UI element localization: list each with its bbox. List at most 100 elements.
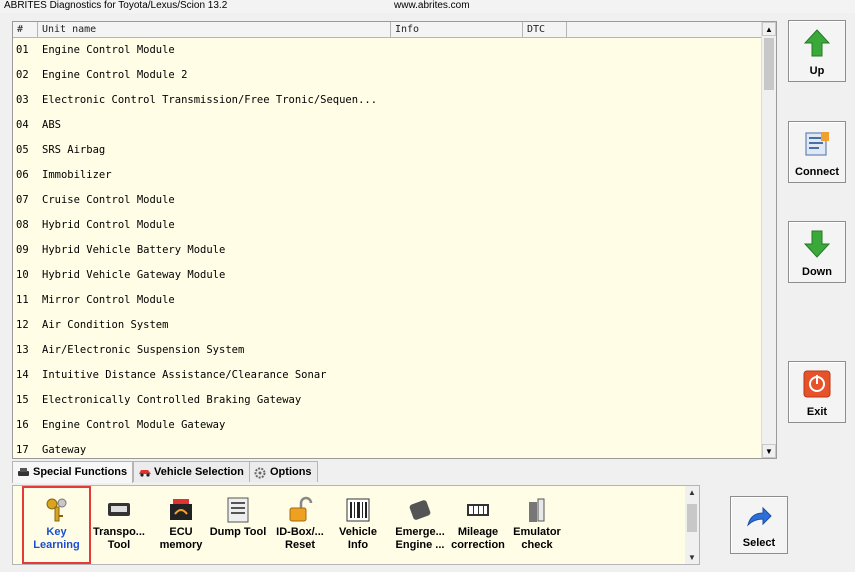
tool-label-line2: Tool (107, 539, 131, 551)
table-row[interactable]: 10 Hybrid Vehicle Gateway Module (13, 263, 761, 288)
table-row[interactable]: 03 Electronic Control Transmission/Free T… (13, 88, 761, 113)
row-number: 02 (16, 69, 29, 81)
tool-id-box[interactable]: ID-Box/... Reset (267, 486, 333, 564)
table-row[interactable]: 05 SRS Airbag (13, 138, 761, 163)
row-number: 10 (16, 269, 29, 281)
tool-label-line2: Reset (285, 539, 315, 551)
barcode-icon (344, 496, 372, 524)
table-row[interactable]: 14 Intuitive Distance Assistance/Clearanc… (13, 363, 761, 388)
functions-scrollbar-thumb[interactable] (687, 504, 697, 532)
row-number: 15 (16, 394, 29, 406)
select-button[interactable]: Select (730, 496, 788, 554)
tool-emerge[interactable]: Emerge... Engine ... (387, 486, 453, 564)
table-row[interactable]: 08 Hybrid Control Module (13, 213, 761, 238)
column-header-info[interactable]: Info (391, 22, 523, 37)
column-header-unit-name[interactable]: Unit name (38, 22, 391, 37)
up-arrow-icon (804, 29, 830, 57)
card-key-icon (406, 496, 434, 524)
row-number: 12 (16, 319, 29, 331)
unit-name: ABS (42, 119, 61, 131)
table-row[interactable]: 09 Hybrid Vehicle Battery Module (13, 238, 761, 263)
unit-name: Air/Electronic Suspension System (42, 344, 245, 356)
exit-button[interactable]: Exit (788, 361, 846, 423)
select-label: Select (742, 537, 776, 549)
column-header-dtc[interactable]: DTC (523, 22, 567, 37)
title-bar: ABRITES Diagnostics for Toyota/Lexus/Sci… (0, 0, 855, 13)
row-number: 09 (16, 244, 29, 256)
tab-special-functions[interactable]: Special Functions (12, 461, 134, 483)
table-scrollbar[interactable]: ▲ ▼ (761, 22, 776, 458)
connect-icon (805, 132, 829, 156)
unit-name: Immobilizer (42, 169, 112, 181)
table-row[interactable]: 17 Gateway (13, 438, 761, 458)
tool-key[interactable]: Key Learning (22, 486, 91, 564)
unit-name: Hybrid Vehicle Battery Module (42, 244, 226, 256)
transponder-icon (105, 496, 133, 524)
row-number: 16 (16, 419, 29, 431)
table-row[interactable]: 11 Mirror Control Module (13, 288, 761, 313)
row-number: 04 (16, 119, 29, 131)
unit-name: Gateway (42, 444, 87, 456)
tool-dump-tool[interactable]: Dump Tool (205, 486, 271, 564)
connect-button[interactable]: Connect (788, 121, 846, 183)
functions-scroll-up-arrow[interactable]: ▲ (685, 488, 699, 497)
row-number: 01 (16, 44, 29, 56)
row-number: 07 (16, 194, 29, 206)
scroll-up-arrow[interactable]: ▲ (762, 22, 776, 36)
unit-name: Air Condition System (42, 319, 169, 331)
scrollbar-thumb[interactable] (764, 38, 774, 90)
table-row[interactable]: 16 Engine Control Module Gateway (13, 413, 761, 438)
tool-label-line1: Emulator (513, 526, 561, 538)
unit-name: Intuitive Distance Assistance/Clearance … (42, 369, 327, 381)
special-functions-panel: Key Learning Transpo... Tool ECU memory Dump T… (12, 485, 700, 565)
table-row[interactable]: 13 Air/Electronic Suspension System (13, 338, 761, 363)
up-button[interactable]: Up (788, 20, 846, 82)
emulator-icon (523, 496, 551, 524)
tab-vehicle-selection[interactable]: Vehicle Selection (133, 461, 250, 482)
tab-vehicle-selection-label: Vehicle Selection (154, 466, 244, 478)
tool-label-line2: Learning (33, 539, 80, 551)
unit-name: Hybrid Control Module (42, 219, 175, 231)
unit-name: Electronically Controlled Braking Gatewa… (42, 394, 302, 406)
table-row[interactable]: 07 Cruise Control Module (13, 188, 761, 213)
down-button[interactable]: Down (788, 221, 846, 283)
row-number: 05 (16, 144, 29, 156)
column-header-number[interactable]: # (13, 22, 38, 37)
tool-transpo[interactable]: Transpo... Tool (86, 486, 152, 564)
unit-name: Engine Control Module Gateway (42, 419, 226, 431)
up-label: Up (809, 65, 825, 77)
functions-scrollbar[interactable]: ▲ ▼ (685, 486, 699, 564)
keys-icon (43, 496, 71, 524)
table-row[interactable]: 04 ABS (13, 113, 761, 138)
tool-label-line1: Vehicle (339, 526, 377, 538)
table-row[interactable]: 15 Electronically Controlled Braking Gate… (13, 388, 761, 413)
tool-label-line2: Engine ... (395, 539, 445, 551)
unit-table: # Unit name Info DTC 01 Engine Control Mo… (12, 21, 777, 459)
table-header: # Unit name Info DTC (13, 22, 761, 38)
dump-file-icon (224, 496, 252, 524)
unit-name: Electronic Control Transmission/Free Tro… (42, 94, 378, 106)
row-number: 11 (16, 294, 29, 306)
window-title: ABRITES Diagnostics for Toyota/Lexus/Sci… (4, 0, 228, 11)
table-row[interactable]: 01 Engine Control Module (13, 38, 761, 63)
car-icon (18, 468, 29, 476)
tool-label-line2: Info (347, 539, 369, 551)
unit-name: SRS Airbag (42, 144, 106, 156)
scroll-down-arrow[interactable]: ▼ (762, 444, 776, 458)
tool-emulator[interactable]: Emulator check (504, 486, 570, 564)
website-url: www.abrites.com (394, 0, 470, 11)
tool-vehicle[interactable]: Vehicle Info (325, 486, 391, 564)
tab-options[interactable]: Options (249, 461, 318, 482)
table-row[interactable]: 06 Immobilizer (13, 163, 761, 188)
tool-mileage[interactable]: Mileage correction (445, 486, 511, 564)
unit-name: Mirror Control Module (42, 294, 175, 306)
row-number: 06 (16, 169, 29, 181)
table-row[interactable]: 02 Engine Control Module 2 (13, 63, 761, 88)
functions-scroll-down-arrow[interactable]: ▼ (685, 553, 699, 562)
unit-name: Engine Control Module 2 (42, 69, 188, 81)
ecu-chip-icon (167, 496, 195, 524)
table-row[interactable]: 12 Air Condition System (13, 313, 761, 338)
tool-label-line2: correction (451, 539, 505, 551)
tool-label-line1: Mileage (457, 526, 499, 538)
table-body: 01 Engine Control Module 02 Engine Control … (13, 38, 761, 458)
